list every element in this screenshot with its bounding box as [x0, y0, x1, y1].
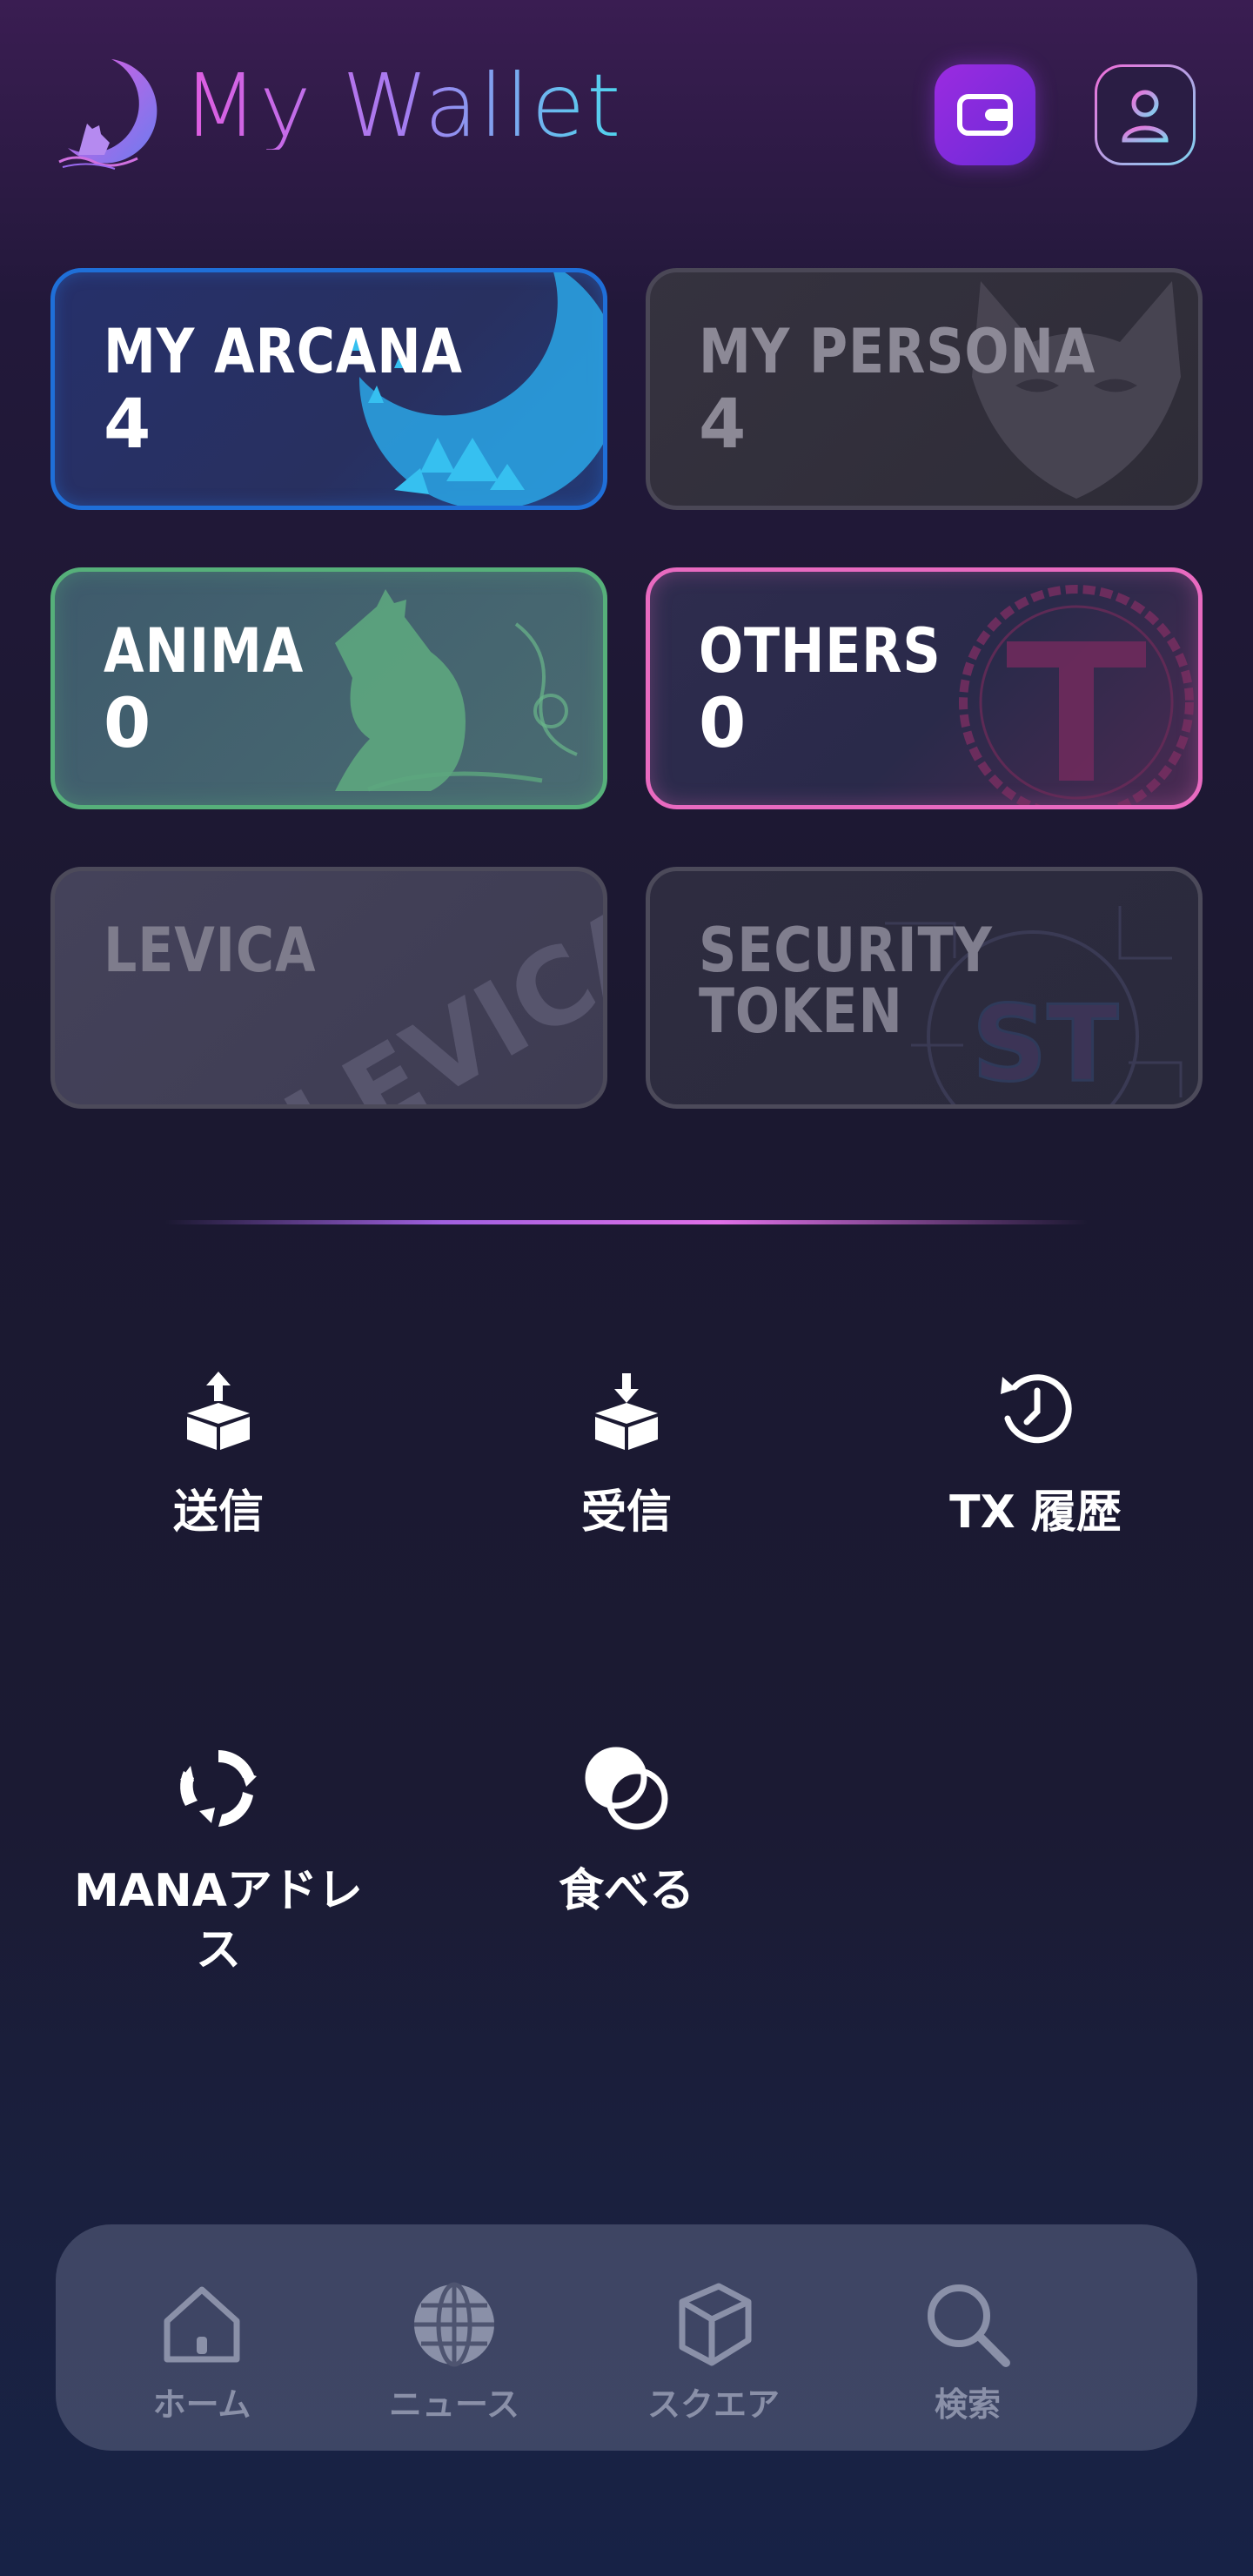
nav-news[interactable]: ニュース — [358, 2277, 550, 2425]
nav-search-label: 検索 — [934, 2385, 1001, 2424]
svg-text:LEVICA: LEVICA — [266, 879, 603, 1109]
nav-square[interactable]: スクエア — [618, 2277, 809, 2425]
card-security-token[interactable]: ST SECURITY TOKEN — [646, 867, 1203, 1109]
receive-label: 受信 — [580, 1486, 672, 1539]
card-my-arcana[interactable]: MY ARCANA 4 — [50, 268, 607, 510]
card-title: ANIMA — [104, 615, 305, 687]
recycle-icon — [180, 1750, 257, 1827]
box-upload-icon — [187, 1372, 250, 1450]
eat-label: 食べる — [558, 1865, 694, 1917]
tx-history-button[interactable]: TX 履歴 — [879, 1362, 1192, 1543]
bottom-nav: ホーム ニュース スクエア 検索 — [56, 2224, 1197, 2451]
nav-search[interactable]: 検索 — [872, 2277, 1063, 2425]
cube-icon — [679, 2283, 752, 2366]
app-header: My Wallet — [0, 0, 1253, 226]
card-count: 0 — [104, 685, 151, 763]
send-button[interactable]: 送信 — [62, 1362, 375, 1543]
mana-address-label: MANAアドレス — [74, 1865, 363, 1976]
moon-cat-logo-icon — [58, 59, 157, 170]
card-others[interactable]: OTHERS 0 — [646, 567, 1203, 809]
card-my-persona[interactable]: MY PERSONA 4 — [646, 268, 1203, 510]
cat-silhouette-icon — [335, 589, 578, 792]
eat-button[interactable]: 食べる — [470, 1741, 783, 1922]
card-levica[interactable]: LEVICA LEVICA — [50, 867, 607, 1109]
user-icon — [1122, 90, 1169, 143]
send-label: 送信 — [172, 1486, 264, 1539]
nav-home-label: ホーム — [152, 2385, 251, 2424]
card-count: 4 — [104, 386, 151, 464]
account-button[interactable] — [1095, 64, 1196, 165]
card-title: MY ARCANA — [104, 316, 463, 387]
card-anima[interactable]: ANIMA 0 — [50, 567, 607, 809]
box-download-icon — [595, 1373, 658, 1450]
greek-t-emblem-icon — [959, 585, 1194, 805]
levica-watermark: LEVICA — [266, 879, 603, 1109]
wallet-button[interactable] — [935, 64, 1035, 165]
app-title: My Wallet — [183, 55, 623, 157]
nav-home[interactable]: ホーム — [106, 2277, 298, 2425]
card-title: OTHERS — [699, 615, 941, 687]
overlap-circles-icon — [585, 1747, 668, 1830]
receive-button[interactable]: 受信 — [470, 1362, 783, 1543]
home-icon — [164, 2286, 240, 2363]
section-divider — [165, 1220, 1088, 1224]
mana-address-button[interactable]: MANAアドレス — [62, 1741, 375, 1980]
tx-history-label: TX 履歴 — [949, 1486, 1122, 1539]
card-title: MY PERSONA — [699, 316, 1096, 387]
globe-icon — [414, 2282, 494, 2367]
card-title: LEVICA — [104, 915, 317, 986]
crescent-lotus-icon — [351, 272, 603, 506]
nav-news-label: ニュース — [388, 2385, 520, 2424]
nav-square-label: スクエア — [647, 2385, 780, 2424]
search-icon — [928, 2284, 1010, 2367]
fox-mask-icon — [972, 281, 1181, 499]
card-count: 4 — [699, 386, 747, 464]
card-title: SECURITY TOKEN — [699, 915, 993, 1047]
card-count: 0 — [699, 685, 747, 763]
clock-history-icon — [1001, 1374, 1072, 1444]
wallet-icon — [957, 94, 1013, 136]
